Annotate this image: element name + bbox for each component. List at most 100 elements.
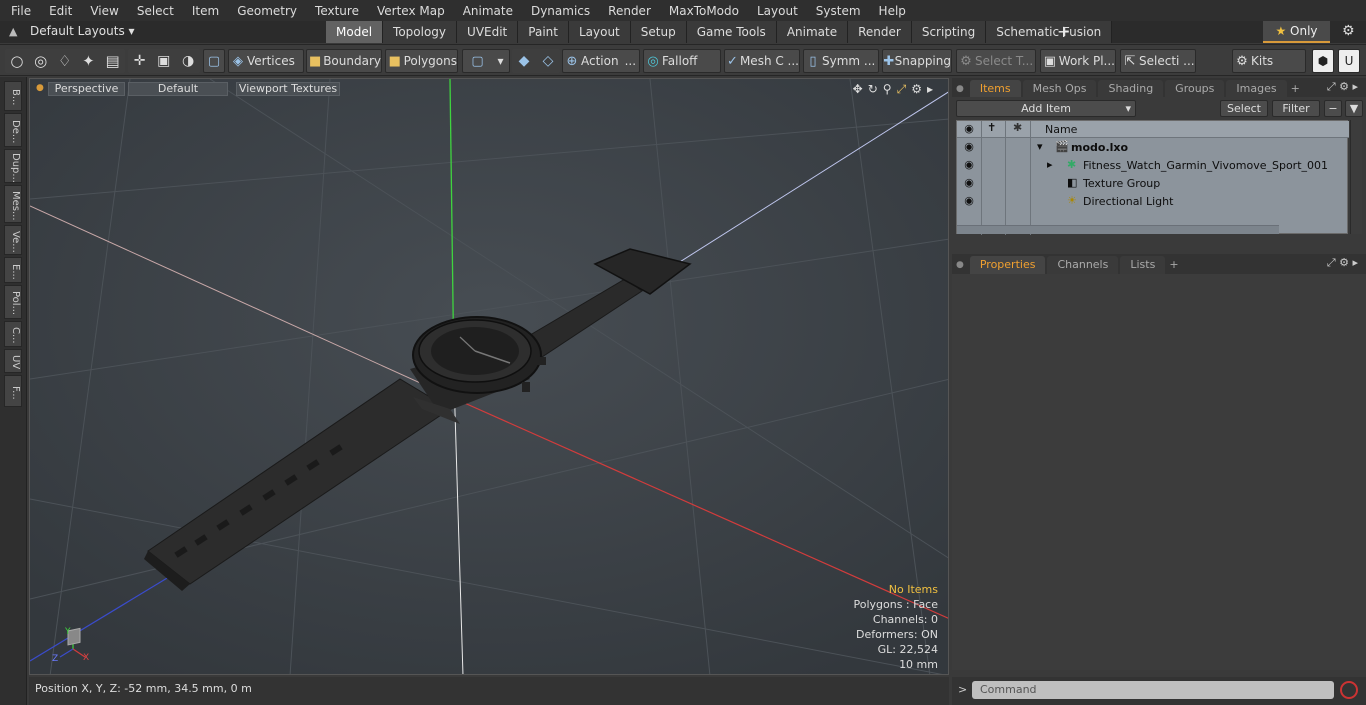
symmetry-button[interactable]: ▯ Symm ... [803, 49, 879, 73]
tab-topology[interactable]: Topology [383, 21, 458, 43]
item-mode-button[interactable]: ▢ [203, 49, 225, 73]
menu-animate[interactable]: Animate [452, 4, 520, 18]
default-layouts-dropdown[interactable]: Default Layouts ▾ [30, 24, 135, 38]
tab-groups[interactable]: Groups [1165, 80, 1225, 98]
vertical-scrollbar[interactable] [1350, 120, 1362, 234]
globe-icon[interactable]: ◎ [34, 52, 47, 70]
add-panel-tab-icon[interactable]: + [1291, 82, 1300, 95]
tab-lists[interactable]: Lists [1120, 256, 1166, 274]
pan-icon[interactable]: ✥ [853, 82, 868, 96]
menu-vertex-map[interactable]: Vertex Map [366, 4, 452, 18]
work-plane-button[interactable]: ▣ Work Pl... [1040, 49, 1116, 73]
menu-file[interactable]: File [0, 4, 38, 18]
zoom-icon[interactable]: ⚲ [883, 82, 897, 96]
menu-help[interactable]: Help [868, 4, 913, 18]
only-button[interactable]: ★ Only [1263, 21, 1330, 43]
tool-tab-deform[interactable]: De... [4, 113, 22, 147]
tab-setup[interactable]: Setup [630, 21, 687, 43]
viewport-textures-button[interactable]: Viewport Textures [236, 82, 340, 96]
eye-icon[interactable]: ◉ [959, 176, 979, 189]
add-tab-icon[interactable]: + [1057, 22, 1070, 41]
tool-tab-curve[interactable]: C... [4, 321, 22, 347]
snapping-button[interactable]: ✚ Snapping [882, 49, 952, 73]
polygons-button[interactable]: ■ Polygons [385, 49, 458, 73]
collapse-list-icon[interactable]: − [1324, 100, 1342, 117]
menu-texture[interactable]: Texture [304, 4, 366, 18]
tab-properties[interactable]: Properties [969, 256, 1046, 274]
falloff-button[interactable]: ◎ Falloff [643, 49, 721, 73]
tab-animate[interactable]: Animate [776, 21, 849, 43]
tab-render[interactable]: Render [848, 21, 912, 43]
tab-scripting[interactable]: Scripting [911, 21, 987, 43]
viewport-settings-icon[interactable]: ⚙ [911, 82, 927, 96]
3d-viewport[interactable]: Y Z X ● Perspective Default Viewport Tex… [29, 78, 949, 675]
perspective-button[interactable]: Perspective [48, 82, 125, 96]
menu-select[interactable]: Select [126, 4, 181, 18]
eye-icon[interactable]: ◉ [959, 140, 979, 153]
material-dropdown[interactable]: ▢ ▾ [462, 49, 510, 73]
shield-alt-icon[interactable]: ◇ [543, 53, 554, 69]
vertices-button[interactable]: ◈ Vertices [228, 49, 304, 73]
boundary-button[interactable]: ■ Boundary [306, 49, 382, 73]
tab-paint[interactable]: Paint [518, 21, 569, 43]
add-item-dropdown[interactable]: Add Item ▾ [956, 100, 1136, 117]
collapse-icon[interactable]: ▲ [9, 25, 17, 38]
tab-layout[interactable]: Layout [568, 21, 631, 43]
menu-dynamics[interactable]: Dynamics [520, 4, 597, 18]
menu-geometry[interactable]: Geometry [226, 4, 304, 18]
tree-row-mesh[interactable]: ◉ ▸ ✱ Fitness_Watch_Garmin_Vivomove_Spor… [957, 158, 1349, 176]
menu-system[interactable]: System [805, 4, 868, 18]
tool-tab-edge[interactable]: E... [4, 257, 22, 283]
tree-row-texture-group[interactable]: ◉ ◧ Texture Group [957, 176, 1349, 194]
funnel-icon[interactable]: ▼ [1345, 100, 1363, 117]
tree-row-light[interactable]: ◉ ☀ Directional Light [957, 194, 1349, 212]
unity-icon[interactable]: ⬢ [1312, 49, 1334, 73]
tab-mesh-ops[interactable]: Mesh Ops [1022, 80, 1097, 98]
expand-arrow-icon[interactable]: ▸ [927, 82, 938, 96]
circle-select-icon[interactable]: ○ [10, 52, 23, 70]
tab-images[interactable]: Images [1226, 80, 1287, 98]
eye-icon[interactable]: ◉ [959, 158, 979, 171]
menu-layout[interactable]: Layout [746, 4, 805, 18]
tree-row-scene[interactable]: ◉ ▾ 🎬 modo.lxo [957, 140, 1349, 158]
horizontal-scrollbar[interactable] [957, 225, 1279, 234]
collapse-arrow-icon[interactable]: ▾ [1037, 140, 1043, 153]
tool-tab-duplicate[interactable]: Dup... [4, 149, 22, 183]
menu-edit[interactable]: Edit [38, 4, 79, 18]
tool-tab-basic[interactable]: B... [4, 81, 22, 111]
panel-settings-icon[interactable]: ⤢ ⚙ ▸ [1327, 256, 1358, 270]
unreal-icon[interactable]: U [1338, 49, 1360, 73]
tool-tab-polygon[interactable]: Pol... [4, 285, 22, 319]
eye-icon[interactable]: ◉ [959, 194, 979, 207]
rotate-icon[interactable]: ◑ [182, 53, 194, 69]
tool-tab-mesh[interactable]: Mes... [4, 185, 22, 223]
tab-uvedit[interactable]: UVEdit [457, 21, 519, 43]
align-icon[interactable]: ▤ [105, 52, 119, 70]
rotate-view-icon[interactable]: ↻ [868, 82, 883, 96]
tab-game-tools[interactable]: Game Tools [686, 21, 777, 43]
pivot-icon[interactable]: ▣ [157, 53, 170, 69]
action-center-button[interactable]: ⊕ Action... [562, 49, 640, 73]
tab-shading[interactable]: Shading [1098, 80, 1164, 98]
lasso-icon[interactable]: ♢ [58, 52, 71, 70]
menu-view[interactable]: View [79, 4, 125, 18]
menu-item[interactable]: Item [181, 4, 226, 18]
tool-tab-vertex[interactable]: Ve... [4, 225, 22, 255]
filter-button[interactable]: Filter [1272, 100, 1320, 117]
gear-icon[interactable]: ⚙ [1342, 23, 1355, 39]
menu-render[interactable]: Render [597, 4, 658, 18]
tab-items[interactable]: Items [969, 80, 1021, 98]
panel-settings-icon[interactable]: ⤢ ⚙ ▸ [1327, 80, 1358, 94]
record-icon[interactable] [1340, 681, 1358, 699]
kits-button[interactable]: ⚙ Kits [1232, 49, 1306, 73]
tool-tab-fusion[interactable]: F... [4, 375, 22, 407]
mesh-constraint-button[interactable]: ✓ Mesh C ... [724, 49, 800, 73]
menu-maxtomodo[interactable]: MaxToModo [658, 4, 746, 18]
paint-select-icon[interactable]: ✦ [82, 52, 95, 70]
tab-channels[interactable]: Channels [1047, 256, 1119, 274]
select-through-button[interactable]: ⚙ Select T... [956, 49, 1036, 73]
shading-default-button[interactable]: Default [128, 82, 228, 96]
center-icon[interactable]: ✛ [134, 53, 146, 69]
shield-icon[interactable]: ◆ [519, 53, 530, 69]
selection-sets-button[interactable]: ⇱ Selecti ... [1120, 49, 1196, 73]
